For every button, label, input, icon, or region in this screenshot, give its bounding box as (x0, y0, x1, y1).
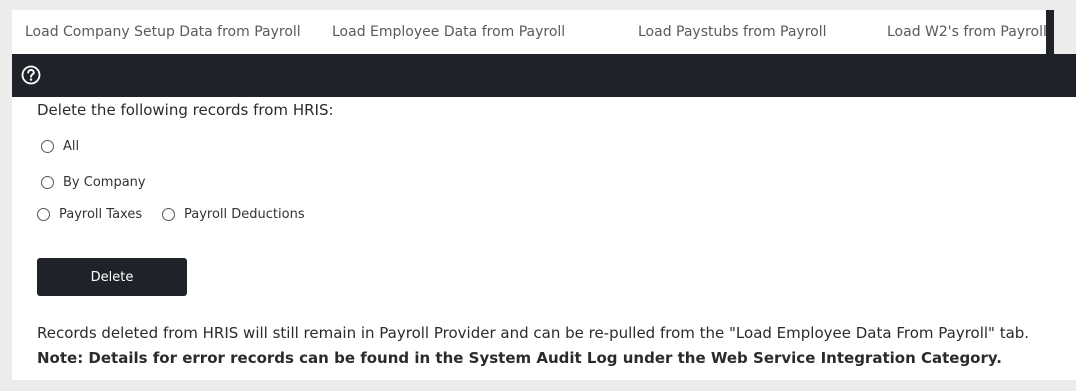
question-circle-icon[interactable] (21, 65, 41, 85)
radio-by-company[interactable] (41, 176, 54, 189)
option-all-label: All (63, 139, 80, 154)
note-text: Note: Details for error records can be f… (37, 349, 1002, 367)
tab-bar-gap (1046, 10, 1076, 54)
active-tab-edge (1046, 10, 1054, 54)
radio-payroll-taxes[interactable] (37, 208, 50, 221)
main-panel: Load Company Setup Data from Payroll Loa… (12, 10, 1076, 380)
option-all[interactable]: All (41, 139, 79, 154)
tab-load-employee-data[interactable]: Load Employee Data from Payroll (332, 24, 565, 40)
delete-heading: Delete the following records from HRIS: (37, 101, 334, 119)
delete-button[interactable]: Delete (37, 258, 187, 296)
tab-load-paystubs[interactable]: Load Paystubs from Payroll (638, 24, 827, 40)
option-payroll-deductions[interactable]: Payroll Deductions (162, 207, 305, 222)
radio-all[interactable] (41, 140, 54, 153)
radio-payroll-deductions[interactable] (162, 208, 175, 221)
option-payroll-deductions-label: Payroll Deductions (184, 207, 305, 222)
option-payroll-taxes[interactable]: Payroll Taxes (37, 207, 142, 222)
option-by-company-label: By Company (63, 175, 146, 190)
option-payroll-taxes-label: Payroll Taxes (59, 207, 143, 222)
tab-load-company-setup[interactable]: Load Company Setup Data from Payroll (25, 24, 301, 40)
info-text: Records deleted from HRIS will still rem… (37, 324, 1030, 342)
toolbar (12, 54, 1076, 97)
tab-bar: Load Company Setup Data from Payroll Loa… (12, 10, 1047, 54)
tab-load-w2s[interactable]: Load W2's from Payroll (887, 24, 1047, 40)
option-by-company[interactable]: By Company (41, 175, 146, 190)
